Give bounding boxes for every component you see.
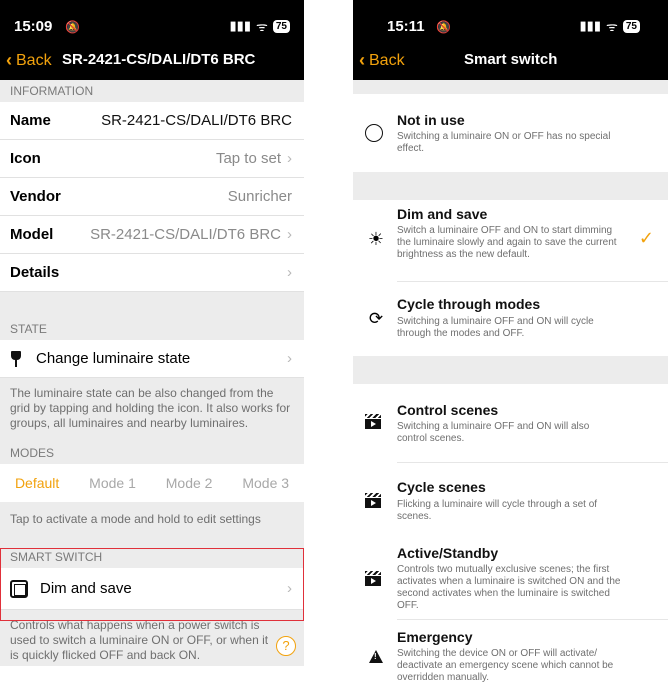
mode-3[interactable]: Mode 3 <box>242 475 289 491</box>
smart-switch-screen: 15:11 🔕 ▮▮▮ ᯤ 75 ‹ Back Smart switch Not… <box>353 0 668 683</box>
battery-icon: 75 <box>622 19 640 33</box>
help-icon[interactable]: ? <box>276 636 296 656</box>
chevron-right-icon: › <box>287 264 292 281</box>
info-row-model[interactable]: Model SR-2421-CS/DALI/DT6 BRC › <box>0 216 304 254</box>
row-label: Details <box>10 264 60 281</box>
option-title: Cycle scenes <box>397 479 486 495</box>
modes-info-text: Tap to activate a mode and hold to edit … <box>10 512 261 526</box>
row-value: Sunricher <box>227 188 292 205</box>
chevron-left-icon: ‹ <box>6 50 12 70</box>
status-indicators: ▮▮▮ ᯤ 75 <box>230 17 290 35</box>
clapperboard-icon <box>365 571 387 593</box>
row-label: Icon <box>10 150 41 167</box>
option-desc: Flicking a luminaire will cycle through … <box>397 499 598 522</box>
state-info-text: The luminaire state can be also changed … <box>10 386 291 430</box>
info-row-vendor: Vendor Sunricher <box>0 178 304 216</box>
section-header-modes: MODES <box>10 446 55 460</box>
group-separator <box>353 356 668 384</box>
brightness-icon: ☀ <box>367 229 385 249</box>
bottom-fade <box>0 666 304 683</box>
back-label: Back <box>16 51 52 69</box>
option-cycle-through-modes[interactable]: ⟳ Cycle through modes Switching a lumina… <box>353 282 668 356</box>
option-desc: Controls two mutually exclusive scenes; … <box>397 564 621 611</box>
empty-circle-icon <box>365 124 383 142</box>
info-row-name: Name SR-2421-CS/DALI/DT6 BRC <box>0 102 304 140</box>
modes-segmented-control: Default Mode 1 Mode 2 Mode 3 <box>0 464 304 502</box>
page-title: Smart switch <box>464 51 558 68</box>
option-title: Not in use <box>397 112 465 128</box>
mode-2[interactable]: Mode 2 <box>166 475 213 491</box>
group-separator <box>353 172 668 200</box>
row-value: SR-2421-CS/DALI/DT6 BRC <box>90 226 281 243</box>
wifi-icon: ᯤ <box>606 19 618 34</box>
option-title: Active/Standby <box>397 545 499 561</box>
signal-icon: ▮▮▮ <box>579 18 601 33</box>
cycle-icon: ⟳ <box>368 309 384 328</box>
status-time: 15:11 <box>387 18 425 35</box>
silent-bell-icon: 🔕 <box>65 20 80 34</box>
option-active-standby[interactable]: Active/Standby Controls two mutually exc… <box>353 537 668 619</box>
silent-bell-icon: 🔕 <box>436 20 451 34</box>
wifi-icon: ᯤ <box>256 19 268 34</box>
info-row-icon[interactable]: Icon Tap to set › <box>0 140 304 178</box>
option-dim-and-save[interactable]: ☀ Dim and save Switch a luminaire OFF an… <box>353 200 668 280</box>
info-row-details[interactable]: Details › <box>0 254 304 292</box>
row-label: Change luminaire state <box>36 350 191 367</box>
option-title: Cycle through modes <box>397 296 541 312</box>
back-button[interactable]: ‹ Back <box>359 50 405 71</box>
option-desc: Switch a luminaire OFF and ON to start d… <box>397 225 617 260</box>
back-button[interactable]: ‹ Back <box>6 50 52 71</box>
chevron-right-icon: › <box>287 350 292 367</box>
option-desc: Switching a luminaire OFF and ON will al… <box>397 421 590 444</box>
page-title: SR-2421-CS/DALI/DT6 BRC <box>62 51 256 68</box>
option-title: Dim and save <box>397 206 488 222</box>
group-separator <box>353 80 668 94</box>
chevron-right-icon: › <box>287 150 292 167</box>
change-luminaire-state-row[interactable]: Change luminaire state › <box>0 340 304 378</box>
chevron-right-icon: › <box>287 580 292 597</box>
chevron-right-icon: › <box>287 226 292 243</box>
option-title: Control scenes <box>397 402 499 418</box>
checkmark-icon: ✓ <box>638 228 654 248</box>
row-value: SR-2421-CS/DALI/DT6 BRC <box>101 112 292 129</box>
clapperboard-icon <box>365 414 387 436</box>
section-header-information: INFORMATION <box>10 84 94 98</box>
chevron-left-icon: ‹ <box>359 50 365 70</box>
option-desc: Switching the device ON or OFF will acti… <box>397 648 614 683</box>
option-cycle-scenes[interactable]: Cycle scenes Flicking a luminaire will c… <box>353 463 668 537</box>
smart-switch-icon <box>10 579 28 598</box>
row-value: Tap to set <box>215 150 281 167</box>
lamp-icon <box>10 350 22 367</box>
battery-icon: 75 <box>272 19 290 33</box>
section-header-state: STATE <box>10 322 47 336</box>
status-time: 15:09 <box>14 18 53 35</box>
mode-1[interactable]: Mode 1 <box>89 475 136 491</box>
row-label: Dim and save <box>40 580 132 597</box>
section-header-smart-switch: SMART SWITCH <box>0 538 304 568</box>
signal-icon: ▮▮▮ <box>229 18 251 33</box>
smart-switch-row[interactable]: Dim and save › <box>0 568 304 610</box>
spacer <box>0 292 304 312</box>
option-desc: Switching a luminaire ON or OFF has no s… <box>397 131 611 154</box>
option-desc: Switching a luminaire OFF and ON will cy… <box>397 316 594 339</box>
top-bar: 15:11 🔕 ▮▮▮ ᯤ 75 ‹ Back Smart switch <box>353 0 668 80</box>
back-label: Back <box>369 51 405 69</box>
settings-screen: 15:09 🔕 ▮▮▮ ᯤ 75 ‹ Back SR-2421-CS/DALI/… <box>0 0 304 683</box>
warning-icon <box>369 650 391 672</box>
clapperboard-icon <box>365 493 387 515</box>
row-label: Name <box>10 112 51 129</box>
option-title: Emergency <box>397 629 473 645</box>
option-emergency[interactable]: Emergency Switching the device ON or OFF… <box>353 620 668 683</box>
status-indicators: ▮▮▮ ᯤ 75 <box>580 17 640 35</box>
mode-default[interactable]: Default <box>15 475 59 491</box>
option-not-in-use[interactable]: Not in use Switching a luminaire ON or O… <box>353 94 668 172</box>
top-bar: 15:09 🔕 ▮▮▮ ᯤ 75 ‹ Back SR-2421-CS/DALI/… <box>0 0 304 80</box>
row-label: Vendor <box>10 188 61 205</box>
option-control-scenes[interactable]: Control scenes Switching a luminaire OFF… <box>353 384 668 462</box>
smart-switch-info-text: Controls what happens when a power switc… <box>10 618 269 662</box>
row-label: Model <box>10 226 54 243</box>
